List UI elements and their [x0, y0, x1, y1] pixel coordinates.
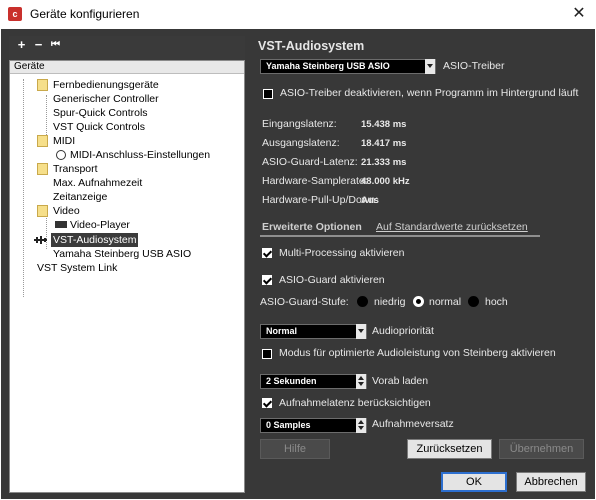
add-device-button[interactable]: +: [13, 36, 30, 53]
tab-divider: [260, 235, 540, 237]
rec-offset-stepper[interactable]: 0 Samples: [260, 418, 367, 433]
asio-guard-latency-label: ASIO-Guard-Latenz:: [262, 156, 358, 168]
input-latency-value: 15.438 ms: [361, 119, 407, 130]
asio-guard-latency-value: 21.333 ms: [361, 157, 407, 168]
device-tree: Geräte Fernbedienungsgeräte Generischer …: [9, 60, 245, 493]
input-latency-label: Eingangslatenz:: [262, 118, 337, 130]
tree-item-time-display[interactable]: Zeitanzeige: [53, 190, 107, 204]
reset-device-button[interactable]: ⏮: [47, 36, 64, 53]
reset-button[interactable]: Zurücksetzen: [407, 439, 492, 459]
tree-item-transport[interactable]: Transport: [53, 162, 98, 176]
deactivate-driver-label: ASIO-Treiber deaktivieren, wenn Programm…: [280, 87, 579, 99]
tree-item-generic-controller[interactable]: Generischer Controller: [53, 92, 159, 106]
dialog-body: + − ⏮ Geräte Fernbedienungsgeräte Generi…: [1, 29, 595, 499]
stepper-arrows-icon[interactable]: [356, 374, 366, 389]
remove-device-button[interactable]: −: [30, 36, 47, 53]
panel-title: VST-Audiosystem: [258, 39, 365, 53]
steinberg-mode-label: Modus für optimierte Audioleistung von S…: [279, 347, 556, 359]
tab-advanced-options[interactable]: Erweiterte Optionen: [262, 221, 362, 233]
tree-item-video-player[interactable]: Video-Player: [70, 218, 130, 232]
rec-latency-checkbox[interactable]: [262, 398, 272, 408]
radio-normal-label: normal: [429, 296, 462, 308]
hardware-samplerate-value: 48.000 kHz: [361, 176, 410, 187]
folder-icon: [37, 135, 48, 147]
radio-normal[interactable]: [413, 296, 424, 307]
preload-label: Vorab laden: [372, 375, 429, 387]
midi-port-icon: [56, 150, 66, 160]
tree-item-midi[interactable]: MIDI: [53, 134, 75, 148]
cancel-button[interactable]: Abbrechen: [516, 472, 586, 492]
folder-icon: [37, 163, 48, 175]
asio-driver-select[interactable]: Yamaha Steinberg USB ASIO: [260, 59, 436, 74]
audio-priority-value: Normal: [266, 326, 298, 336]
chevron-down-icon: [425, 59, 435, 74]
ok-button[interactable]: OK: [441, 472, 507, 492]
tree-item-yamaha-steinberg-usb-asio[interactable]: Yamaha Steinberg USB ASIO: [53, 247, 191, 261]
asio-driver-value: Yamaha Steinberg USB ASIO: [266, 61, 390, 71]
hardware-samplerate-label: Hardware-Samplerate:: [262, 175, 368, 187]
tree-item-vst-system-link[interactable]: VST System Link: [37, 261, 117, 275]
title-bar: c Geräte konfigurieren ✕: [0, 0, 596, 29]
audio-system-icon: [34, 236, 47, 244]
multiprocessing-label: Multi-Processing aktivieren: [279, 247, 405, 259]
chevron-down-icon: [356, 324, 366, 339]
tree-item-remote-devices[interactable]: Fernbedienungsgeräte: [53, 78, 159, 92]
asio-guard-label: ASIO-Guard aktivieren: [279, 274, 385, 286]
tree-connector: [23, 79, 24, 297]
preload-value: 2 Sekunden: [266, 376, 317, 386]
device-toolbar: + − ⏮: [9, 36, 245, 62]
tree-item-vst-audio-system[interactable]: VST-Audiosystem: [51, 233, 139, 247]
close-icon[interactable]: ✕: [567, 3, 591, 25]
radio-low[interactable]: [357, 296, 368, 307]
video-player-icon: [55, 221, 67, 228]
cubase-app-icon: c: [8, 7, 22, 21]
radio-high[interactable]: [468, 296, 479, 307]
folder-icon: [37, 205, 48, 217]
radio-low-label: niedrig: [374, 296, 406, 308]
rec-offset-value: 0 Samples: [266, 420, 311, 430]
audio-priority-select[interactable]: Normal: [260, 324, 367, 339]
tree-item-midi-port-setup[interactable]: MIDI-Anschluss-Einstellungen: [70, 148, 210, 162]
tree-header: Geräte: [10, 61, 244, 74]
output-latency-value: 18.417 ms: [361, 138, 407, 149]
tree-item-vst-quick-controls[interactable]: VST Quick Controls: [53, 120, 145, 134]
output-latency-label: Ausgangslatenz:: [262, 137, 340, 149]
preload-stepper[interactable]: 2 Sekunden: [260, 374, 367, 389]
rec-latency-label: Aufnahmelatenz berücksichtigen: [279, 397, 431, 409]
apply-button[interactable]: Übernehmen: [499, 439, 584, 459]
multiprocessing-checkbox[interactable]: [262, 248, 272, 258]
tree-item-video[interactable]: Video: [53, 204, 80, 218]
tree-item-max-record-time[interactable]: Max. Aufnahmezeit: [53, 176, 142, 190]
deactivate-driver-checkbox[interactable]: [263, 89, 273, 99]
asio-driver-label: ASIO-Treiber: [443, 60, 505, 72]
folder-icon: [37, 79, 48, 91]
stepper-arrows-icon[interactable]: [356, 418, 366, 433]
tree-item-track-quick-controls[interactable]: Spur-Quick Controls: [53, 106, 148, 120]
reset-defaults-link[interactable]: Auf Standardwerte zurücksetzen: [376, 221, 528, 233]
rec-offset-label: Aufnahmeversatz: [372, 418, 454, 430]
asio-guard-level-label: ASIO-Guard-Stufe:: [260, 296, 349, 308]
radio-high-label: hoch: [485, 296, 508, 308]
window-title: Geräte konfigurieren: [30, 7, 140, 21]
asio-guard-checkbox[interactable]: [262, 275, 272, 285]
help-button[interactable]: Hilfe: [260, 439, 330, 459]
hardware-pulldown-value: Aus: [361, 195, 379, 206]
audio-priority-label: Audiopriorität: [372, 325, 434, 337]
steinberg-mode-checkbox[interactable]: [262, 349, 272, 359]
